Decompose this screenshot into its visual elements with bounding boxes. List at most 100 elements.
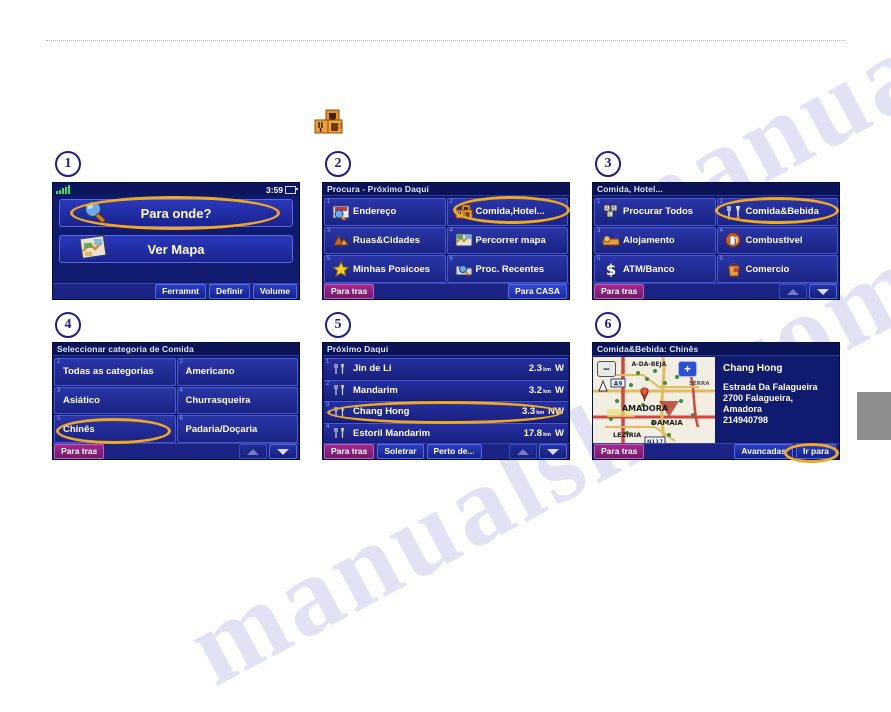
device-screen-2: Procura - Próximo Daqui 1 Endereço 2 Com… <box>322 182 570 300</box>
row-number: 3 <box>326 402 330 408</box>
tile-label: ATM/Banco <box>623 263 675 275</box>
spell-button[interactable]: Soletrar <box>377 444 424 459</box>
view-map-button[interactable]: Ver Mapa <box>59 234 293 263</box>
spell-all-icon: ABC <box>602 204 620 220</box>
scroll-up-icon[interactable] <box>509 444 537 459</box>
place-detail: A-DA-BEJA SERRA AMADORA DAMAIA LEZIRIA A… <box>593 357 839 444</box>
zoom-in-button[interactable]: + <box>678 361 697 377</box>
back-button[interactable]: Para tras <box>324 284 375 299</box>
tile-number: 4 <box>449 227 453 234</box>
bank-dollar-icon: $ <box>602 261 620 277</box>
screen2-grid: 1 Endereço 2 Comida,Hotel... 3 Ruas&Cida… <box>323 197 569 284</box>
recent-finds-icon <box>455 261 473 277</box>
direction: NW <box>548 406 564 418</box>
distance-value: 3.2 <box>528 384 543 396</box>
food-hotel-icon <box>313 108 347 138</box>
tile-recent-finds[interactable]: 6 Proc. Recentes <box>446 255 568 283</box>
direction: W <box>555 363 564 375</box>
restaurant-icon <box>331 425 349 441</box>
tile-streets-cities[interactable]: 3 Ruas&Cidades <box>324 226 446 255</box>
row-number: 1 <box>326 359 330 365</box>
screen2-title: Procura - Próximo Daqui <box>323 183 569 196</box>
screen4-grid: 1 Todas as categorias 2 Americano 3 Asiá… <box>53 357 299 444</box>
place-name: Estoril Mandarim <box>353 427 431 439</box>
tile-label: Americano <box>185 366 235 378</box>
advanced-button[interactable]: Avancadas <box>734 444 793 459</box>
tile-label: Padaria/Doçaria <box>185 423 258 435</box>
restaurant-icon <box>331 361 349 377</box>
scroll-down-icon[interactable] <box>539 444 567 459</box>
place-name: Jin de Li <box>353 363 392 375</box>
tile-label: Comida,Hotel... <box>475 206 545 218</box>
tile-label: Combustivel <box>745 234 803 246</box>
tile-label: Churrasqueira <box>185 394 251 406</box>
near-button[interactable]: Perto de... <box>426 444 482 459</box>
device-screen-3: Comida, Hotel... 1 ABC Procurar Todos 2 … <box>592 182 840 300</box>
restaurant-icon <box>331 404 349 420</box>
phone-number: 214940798 <box>723 415 769 425</box>
go-to-button[interactable]: Ir para <box>796 444 836 459</box>
tools-button[interactable]: Ferramnt <box>155 284 206 299</box>
distance-unit: km <box>543 367 552 374</box>
where-to-button[interactable]: Para onde? <box>59 199 293 227</box>
back-button[interactable]: Para tras <box>324 444 375 459</box>
distance: 2.3 km W <box>529 363 564 374</box>
screen6-footer: Para tras Avancadas Ir para <box>593 443 839 459</box>
tile-browse-map[interactable]: 4 Percorrer mapa <box>446 226 568 255</box>
restaurant-icon <box>331 382 349 398</box>
scroll-up-icon[interactable] <box>779 284 807 299</box>
tile-lodging[interactable]: 3 zz Alojamento <box>594 226 716 255</box>
address-line: Estrada Da Falagueira <box>723 382 818 392</box>
star-icon <box>332 261 350 278</box>
distance-value: 3.3 <box>522 406 536 418</box>
tile-label: Proc. Recentes <box>475 263 545 275</box>
magnifier-icon <box>80 198 110 231</box>
settings-button[interactable]: Definir <box>209 284 250 299</box>
tile-food-hotel[interactable]: 2 Comida,Hotel... <box>446 198 568 226</box>
tile-label: Todas as categorias <box>63 366 154 378</box>
address-line: Amadora <box>723 404 763 414</box>
scroll-down-icon[interactable] <box>269 444 297 459</box>
tile-barbecue[interactable]: 4 Churrasqueira <box>176 386 298 415</box>
tile-chinese[interactable]: 5 Chinês <box>54 415 176 443</box>
step-marker-1: 1 <box>55 151 81 177</box>
tile-all-categories[interactable]: 1 Todas as categorias <box>54 358 176 386</box>
volume-button[interactable]: Volume <box>252 284 297 299</box>
step-marker-2: 2 <box>325 151 351 177</box>
scroll-up-icon[interactable] <box>239 444 267 459</box>
tile-asian[interactable]: 3 Asiático <box>54 386 176 415</box>
tile-fuel[interactable]: 4 Combustivel <box>716 226 838 255</box>
browse-map-icon <box>455 232 473 248</box>
tile-food-drink[interactable]: 2 Comida&Bebida <box>716 198 838 226</box>
device-screen-4: Seleccionar categoria de Comida 1 Todas … <box>52 342 300 460</box>
list-item[interactable]: 2 Mandarim 3.2 km W <box>324 379 568 400</box>
fuel-icon <box>725 232 743 248</box>
tile-number: 6 <box>449 256 453 263</box>
back-button[interactable]: Para tras <box>594 284 645 299</box>
zoom-out-button[interactable]: − <box>597 361 616 377</box>
tile-address[interactable]: 1 Endereço <box>324 198 446 226</box>
list-item[interactable]: 1 Jin de Li 2.3 km W <box>324 358 568 379</box>
map-view[interactable]: A-DA-BEJA SERRA AMADORA DAMAIA LEZIRIA A… <box>593 357 715 444</box>
go-home-button[interactable]: Para CASA <box>508 284 567 299</box>
tile-number: 6 <box>179 416 183 423</box>
screen1-footer: Ferramnt Definir Volume <box>53 283 299 299</box>
svg-text:DAMAIA: DAMAIA <box>651 419 683 427</box>
list-item[interactable]: 3 Chang Hong 3.3 km NW <box>324 401 568 422</box>
tile-bakery[interactable]: 6 Padaria/Doçaria <box>176 415 298 443</box>
scroll-down-icon[interactable] <box>809 284 837 299</box>
svg-text:A-DA-BEJA: A-DA-BEJA <box>632 361 667 368</box>
food-drink-icon <box>725 204 743 220</box>
tile-shopping[interactable]: 6 Comercio <box>716 255 838 283</box>
tile-atm-bank[interactable]: 5 $ ATM/Banco <box>594 255 716 283</box>
tile-american[interactable]: 2 Americano <box>176 358 298 386</box>
tile-number: 6 <box>719 256 723 263</box>
screen2-footer: Para tras Para CASA <box>323 283 569 299</box>
tile-spell-all[interactable]: 1 ABC Procurar Todos <box>594 198 716 226</box>
list-item[interactable]: 4 Estoril Mandarim 17.8 km W <box>324 422 568 443</box>
back-button[interactable]: Para tras <box>594 444 645 459</box>
tile-my-locations[interactable]: 5 Minhas Posicoes <box>324 255 446 283</box>
tile-number: 3 <box>327 227 331 234</box>
back-button[interactable]: Para tras <box>54 444 105 459</box>
tile-label: Comercio <box>745 263 790 275</box>
